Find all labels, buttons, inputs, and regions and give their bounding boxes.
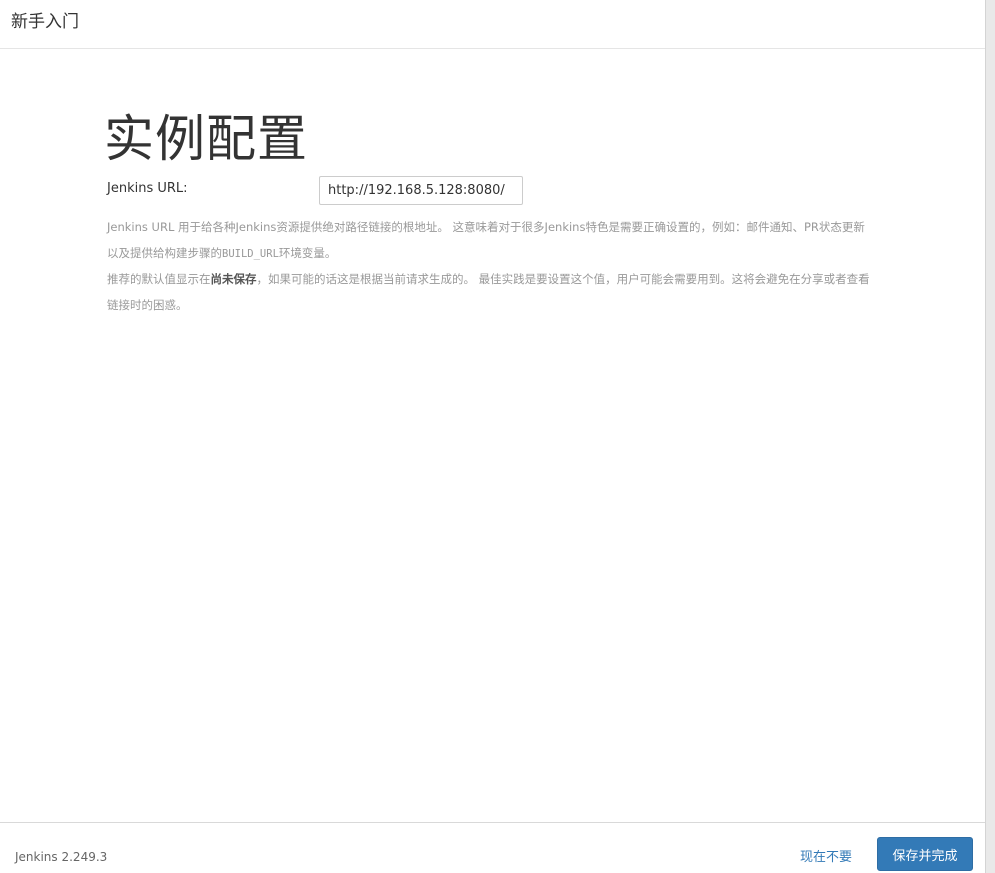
help-paragraph-1: Jenkins URL 用于给各种Jenkins资源提供绝对路径链接的根地址。 … [107,215,873,267]
skip-link[interactable]: 现在不要 [800,846,852,865]
help-text-1b: 环境变量。 [278,245,337,260]
help-text-1a: Jenkins URL 用于给各种Jenkins资源提供绝对路径链接的根地址。 … [107,220,865,260]
dialog-footer: Jenkins 2.249.3 现在不要 保存并完成 [0,822,985,873]
help-text: Jenkins URL 用于给各种Jenkins资源提供绝对路径链接的根地址。 … [107,215,873,318]
page-title: 实例配置 [104,110,308,168]
dialog-header: 新手入门 [0,0,985,49]
dialog-body: 实例配置 Jenkins URL: Jenkins URL 用于给各种Jenki… [0,49,985,822]
setup-wizard-dialog: 新手入门 实例配置 Jenkins URL: Jenkins URL 用于给各种… [0,0,986,873]
help-paragraph-2: 推荐的默认值显示在尚未保存，如果可能的话这是根据当前请求生成的。 最佳实践是要设… [107,267,873,318]
help-text-2a: 推荐的默认值显示在 [107,272,211,286]
jenkins-version: Jenkins 2.249.3 [15,850,108,864]
save-and-finish-button[interactable]: 保存并完成 [877,837,973,871]
build-url-code: BUILD_URL [222,247,279,260]
jenkins-url-input[interactable] [319,176,523,205]
jenkins-url-label: Jenkins URL: [107,181,188,196]
dialog-title: 新手入门 [11,12,79,32]
help-text-2-bold: 尚未保存 [210,272,257,286]
